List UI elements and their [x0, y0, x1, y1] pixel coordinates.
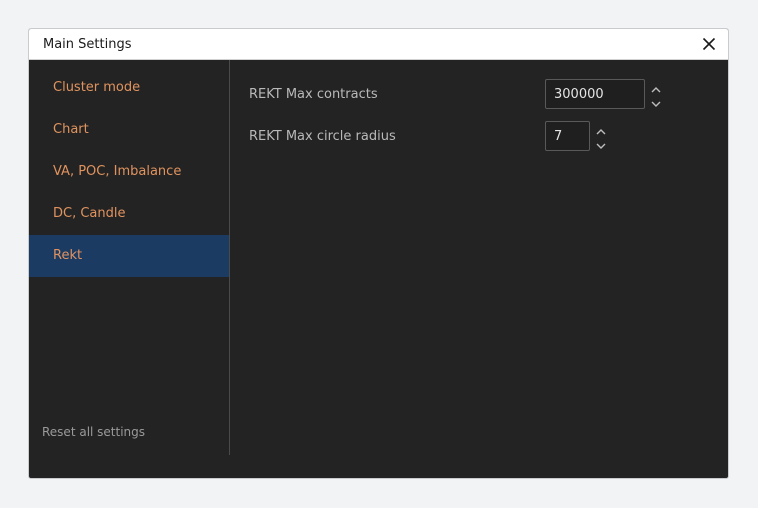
spin-down-icon[interactable]	[596, 143, 606, 149]
max-circle-radius-input[interactable]	[545, 121, 590, 151]
close-icon[interactable]	[700, 35, 718, 53]
spin-up-icon[interactable]	[596, 129, 606, 135]
settings-sidebar: Cluster mode Chart VA, POC, Imbalance DC…	[29, 60, 230, 455]
main-settings-dialog: Main Settings Cluster mode Chart VA, POC…	[28, 28, 729, 479]
max-contracts-spinner[interactable]	[650, 84, 662, 110]
spin-down-icon[interactable]	[651, 101, 661, 107]
sidebar-item-chart[interactable]: Chart	[29, 109, 229, 151]
sidebar-item-rekt[interactable]: Rekt	[29, 235, 229, 277]
sidebar-item-va-poc-imbalance[interactable]: VA, POC, Imbalance	[29, 151, 229, 193]
sidebar-item-dc-candle[interactable]: DC, Candle	[29, 193, 229, 235]
spin-up-icon[interactable]	[651, 87, 661, 93]
reset-all-settings-link[interactable]: Reset all settings	[42, 425, 145, 439]
sidebar-item-cluster-mode[interactable]: Cluster mode	[29, 67, 229, 109]
max-circle-radius-label: REKT Max circle radius	[249, 129, 396, 144]
max-contracts-input[interactable]	[545, 79, 645, 109]
max-circle-radius-spinner[interactable]	[595, 126, 607, 152]
dialog-titlebar: Main Settings	[29, 29, 728, 60]
dialog-title: Main Settings	[43, 37, 132, 52]
max-contracts-label: REKT Max contracts	[249, 87, 378, 102]
